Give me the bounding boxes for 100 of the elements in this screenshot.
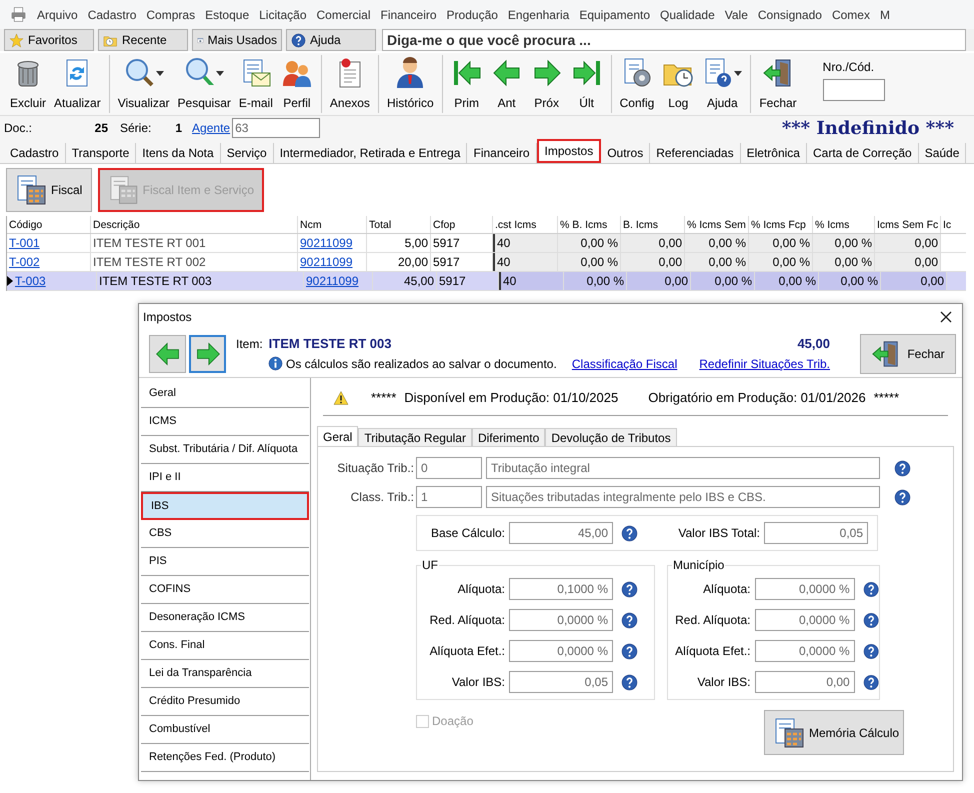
table-cell: 0,00 xyxy=(875,253,941,271)
item-total: 45,00 xyxy=(797,335,830,354)
window-title: Impostos xyxy=(143,309,192,326)
value-field[interactable]: 0 xyxy=(416,457,482,479)
caret-icon xyxy=(734,70,742,76)
menu-item[interactable]: Produção xyxy=(446,6,498,24)
value-field[interactable]: 0,0000 % xyxy=(754,578,855,600)
value-field[interactable]: 0,1000 % xyxy=(509,578,613,600)
toolbar-button[interactable]: Excluir xyxy=(6,53,50,115)
column-header[interactable]: Código xyxy=(7,216,91,233)
value-field[interactable]: Situações tributadas integralmente pelo IBS e CBS. xyxy=(486,486,880,508)
menu-item[interactable]: Compras xyxy=(146,6,196,24)
column-header[interactable]: % Icms xyxy=(813,216,875,233)
close-button[interactable]: Fechar xyxy=(860,334,956,374)
menu-item[interactable]: Comex xyxy=(832,6,870,24)
value-field[interactable]: 0,0000 % xyxy=(509,640,613,662)
value-field[interactable]: 0,05 xyxy=(764,522,868,544)
next-button[interactable] xyxy=(189,334,226,372)
sidebar-item[interactable]: IBS xyxy=(141,492,309,520)
menu-item[interactable]: Estoque xyxy=(205,6,250,24)
column-header[interactable]: B. Icms xyxy=(621,216,685,233)
cell-link[interactable]: T-003 xyxy=(13,272,97,290)
code-field[interactable] xyxy=(822,79,885,101)
column-header[interactable]: % Icms Sem xyxy=(685,216,749,233)
help-icon xyxy=(894,460,911,476)
toolbar-button[interactable]: Pesquisar xyxy=(174,53,235,115)
calculator-document-icon xyxy=(108,174,139,206)
status-text: *** Indefinido *** xyxy=(782,116,954,140)
tab[interactable]: Geral xyxy=(317,426,358,446)
toolbar-button[interactable]: Atualizar xyxy=(50,53,105,115)
menu-item[interactable]: Qualidade xyxy=(660,6,715,24)
quick-button[interactable]: Mais Usados xyxy=(192,29,282,51)
search-field[interactable]: Diga-me o que você procura ... xyxy=(382,29,966,51)
quick-button[interactable]: Favoritos xyxy=(4,29,94,51)
agent-link[interactable]: Agente xyxy=(192,119,230,137)
menu-item[interactable]: Comercial xyxy=(316,6,371,24)
column-header[interactable]: Cfop xyxy=(431,216,493,233)
value-field[interactable]: 0,0000 % xyxy=(754,609,855,631)
column-header[interactable]: Ic xyxy=(941,216,966,233)
toolbar-button[interactable]: Ant xyxy=(486,53,527,115)
toolbar-button[interactable]: Fechar xyxy=(755,53,801,115)
close-button[interactable] xyxy=(938,309,954,325)
cell-link[interactable]: T-001 xyxy=(7,234,91,252)
menu-item[interactable]: M xyxy=(880,6,890,24)
tab[interactable]: Impostos xyxy=(536,139,602,163)
menu-item[interactable]: Engenharia xyxy=(508,6,570,24)
menu-item[interactable]: Licitação xyxy=(259,6,306,24)
cell-link[interactable]: 90211099 xyxy=(298,234,367,252)
column-header[interactable]: Descrição xyxy=(91,216,298,233)
cell-link[interactable]: 90211099 xyxy=(298,253,367,271)
toolbar-button[interactable]: Próx xyxy=(526,53,567,115)
help-icon xyxy=(862,612,879,628)
toolbar-button[interactable]: Ajuda xyxy=(698,53,746,115)
link[interactable]: Redefinir Situações Trib. xyxy=(699,354,830,373)
cell-link[interactable]: 90211099 xyxy=(304,272,373,290)
column-header[interactable]: Icms Sem Fc xyxy=(875,216,941,233)
table-cell: 0,00 xyxy=(621,253,685,271)
quick-button[interactable]: Ajuda xyxy=(286,29,376,51)
menu-item[interactable]: Consignado xyxy=(758,6,822,24)
column-header[interactable]: .cst Icms xyxy=(493,216,558,233)
value-field[interactable]: 1 xyxy=(416,486,482,508)
tab[interactable]: Devolução de Tributos xyxy=(545,428,677,446)
agent-field[interactable]: 63 xyxy=(232,118,320,138)
menu-item[interactable]: Equipamento xyxy=(579,6,650,24)
table-cell: 0,00 % xyxy=(558,253,621,271)
toolbar-button[interactable]: Histórico xyxy=(382,53,438,115)
toolbar-button[interactable]: E-mail xyxy=(234,53,277,115)
toolbar-button[interactable]: Anexos xyxy=(326,53,374,115)
toolbar-button[interactable]: Log xyxy=(658,53,698,115)
column-header[interactable]: % B. Icms xyxy=(558,216,621,233)
value-field[interactable]: Tributação integral xyxy=(486,457,880,479)
field-label: Série: xyxy=(120,120,152,137)
previous-button[interactable] xyxy=(149,334,186,372)
value-field[interactable]: 0,0000 % xyxy=(509,609,613,631)
tax-button[interactable]: Fiscal xyxy=(6,168,92,212)
field-label: Class. Trib.: xyxy=(350,489,415,506)
value-field[interactable]: 0,05 xyxy=(509,671,613,693)
column-header[interactable]: Total xyxy=(367,216,431,233)
value-field[interactable]: 45,00 xyxy=(509,522,613,544)
memory-button[interactable]: Memória Cálculo xyxy=(764,710,904,755)
value-field[interactable]: 0,0000 % xyxy=(754,640,855,662)
menu-item[interactable]: Cadastro xyxy=(88,6,136,24)
column-header[interactable]: Ncm xyxy=(298,216,367,233)
toolbar-button[interactable]: Visualizar xyxy=(114,53,174,115)
toolbar-button[interactable]: Perfil xyxy=(276,53,317,115)
cell-link[interactable]: T-002 xyxy=(7,253,91,271)
toolbar-button[interactable]: Config xyxy=(616,53,658,115)
help-icon xyxy=(621,524,638,542)
toolbar-button[interactable]: Prim xyxy=(446,53,487,115)
menu-item[interactable]: Arquivo xyxy=(37,6,78,24)
field-label: Red. Alíquota: xyxy=(674,612,752,629)
link[interactable]: Classificação Fiscal xyxy=(572,354,678,373)
tab[interactable]: Diferimento xyxy=(472,428,546,446)
menu-item[interactable]: Financeiro xyxy=(380,6,437,24)
tab[interactable]: Tributação Regular xyxy=(358,428,472,446)
menu-item[interactable]: Vale xyxy=(724,6,748,24)
value-field[interactable]: 0,00 xyxy=(754,671,855,693)
column-header[interactable]: % Icms Fcp xyxy=(749,216,813,233)
toolbar-button[interactable]: Últ xyxy=(566,53,607,115)
quick-button[interactable]: Recente xyxy=(98,29,188,51)
